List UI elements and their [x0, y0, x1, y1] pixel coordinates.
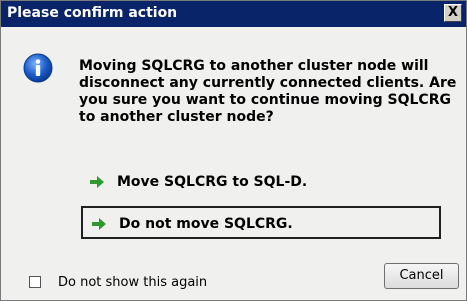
confirm-dialog: Please confirm action X Moving SQLCRG to… — [0, 0, 467, 301]
close-button[interactable]: X — [444, 4, 462, 22]
move-option-label: Move SQLCRG to SQL-D. — [117, 174, 308, 190]
do-not-show-checkbox[interactable] — [29, 276, 41, 288]
green-arrow-icon — [90, 176, 104, 188]
dialog-title: Please confirm action — [7, 5, 178, 21]
green-arrow-icon — [92, 218, 106, 230]
move-to-node-option[interactable]: Move SQLCRG to SQL-D. — [81, 166, 441, 199]
title-bar[interactable]: Please confirm action X — [1, 1, 466, 27]
info-icon — [23, 53, 53, 83]
dialog-message: Moving SQLCRG to another cluster node wi… — [79, 58, 457, 125]
cancel-button[interactable]: Cancel — [384, 263, 459, 289]
do-not-show-label: Do not show this again — [58, 275, 208, 290]
do-not-move-option[interactable]: Do not move SQLCRG. — [81, 206, 441, 239]
do-not-move-label: Do not move SQLCRG. — [119, 216, 293, 232]
